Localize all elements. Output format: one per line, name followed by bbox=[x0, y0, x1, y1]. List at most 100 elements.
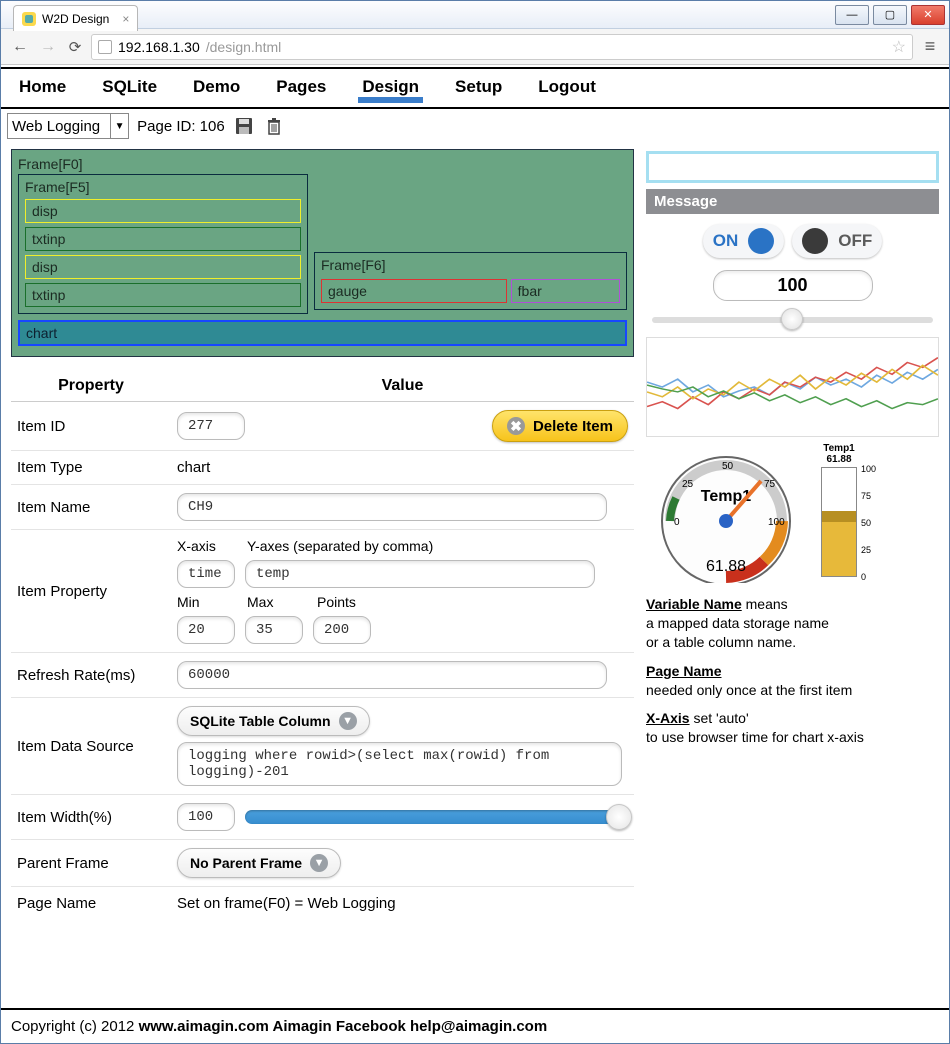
design-toolbar: Web Logging ▼ Page ID: 106 bbox=[1, 109, 949, 143]
window-titlebar: W2D Design × — ▢ ✕ bbox=[1, 1, 949, 29]
widget-txtinp[interactable]: txtinp bbox=[25, 283, 301, 307]
yaxes-field[interactable]: temp bbox=[245, 560, 595, 588]
label-item-name: Item Name bbox=[17, 499, 177, 516]
tab-close-icon[interactable]: × bbox=[122, 12, 129, 26]
svg-text:25: 25 bbox=[682, 479, 694, 490]
page-name-value: Set on frame(F0) = Web Logging bbox=[177, 895, 628, 912]
label-item-type: Item Type bbox=[17, 459, 177, 476]
save-icon[interactable] bbox=[233, 115, 255, 137]
close-icon: ✖ bbox=[507, 417, 525, 435]
chevron-down-icon: ▼ bbox=[110, 114, 128, 138]
widget-disp[interactable]: disp bbox=[25, 199, 301, 223]
chevron-down-icon: ▼ bbox=[310, 854, 328, 872]
svg-text:0: 0 bbox=[674, 517, 680, 528]
toggle-off[interactable]: OFF bbox=[792, 224, 882, 258]
toggle-knob bbox=[802, 228, 828, 254]
widget-gauge[interactable]: gauge bbox=[321, 279, 507, 303]
back-button[interactable]: ← bbox=[9, 36, 31, 58]
preview-message-header: Message bbox=[646, 189, 939, 214]
col-property: Property bbox=[11, 377, 171, 395]
toggle-knob bbox=[748, 228, 774, 254]
page-select[interactable]: Web Logging ▼ bbox=[7, 113, 129, 139]
browser-menu-button[interactable]: ≡ bbox=[919, 36, 941, 57]
data-source-query-field[interactable]: logging where rowid>(select max(rowid) f… bbox=[177, 742, 622, 786]
url-host: 192.168.1.30 bbox=[118, 39, 200, 55]
widget-txtinp[interactable]: txtinp bbox=[25, 227, 301, 251]
parent-frame-dropdown[interactable]: No Parent Frame ▼ bbox=[177, 848, 341, 878]
data-source-dropdown[interactable]: SQLite Table Column ▼ bbox=[177, 706, 370, 736]
address-bar[interactable]: 192.168.1.30/design.html ☆ bbox=[91, 34, 913, 60]
label-parent-frame: Parent Frame bbox=[17, 855, 177, 872]
footer-copyright: Copyright (c) 2012 bbox=[11, 1018, 139, 1035]
browser-toolbar: ← → ⟳ 192.168.1.30/design.html ☆ ≡ bbox=[1, 29, 949, 65]
item-width-slider[interactable] bbox=[245, 810, 628, 824]
label-max: Max bbox=[247, 594, 307, 610]
points-field[interactable]: 200 bbox=[313, 616, 371, 644]
nav-sqlite[interactable]: SQLite bbox=[98, 73, 161, 103]
chevron-down-icon: ▼ bbox=[339, 712, 357, 730]
favicon bbox=[22, 12, 36, 26]
svg-text:50: 50 bbox=[722, 461, 734, 472]
item-width-field[interactable]: 100 bbox=[177, 803, 235, 831]
help-text: Variable Name means a mapped data storag… bbox=[646, 595, 939, 747]
frame-f6[interactable]: Frame[F6] gauge fbar bbox=[314, 252, 627, 310]
delete-item-label: Delete Item bbox=[533, 418, 613, 435]
label-item-width: Item Width(%) bbox=[17, 809, 177, 826]
reload-button[interactable]: ⟳ bbox=[65, 38, 85, 56]
fbar-title: Temp1 bbox=[814, 443, 864, 454]
help-page-name-head: Page Name bbox=[646, 663, 721, 679]
slider-thumb[interactable] bbox=[606, 804, 632, 830]
toggle-on[interactable]: ON bbox=[703, 224, 785, 258]
nav-demo[interactable]: Demo bbox=[189, 73, 244, 103]
forward-button[interactable]: → bbox=[37, 36, 59, 58]
label-item-id: Item ID bbox=[17, 418, 177, 435]
nav-design[interactable]: Design bbox=[358, 73, 423, 103]
footer: Copyright (c) 2012 www.aimagin.com Aimag… bbox=[1, 1008, 949, 1043]
footer-site: www.aimagin.com bbox=[139, 1018, 269, 1035]
refresh-rate-field[interactable]: 60000 bbox=[177, 661, 607, 689]
widget-fbar[interactable]: fbar bbox=[511, 279, 620, 303]
max-field[interactable]: 35 bbox=[245, 616, 303, 644]
col-value: Value bbox=[171, 377, 634, 395]
window-minimize-button[interactable]: — bbox=[835, 5, 869, 25]
label-item-property: Item Property bbox=[17, 583, 177, 600]
nav-home[interactable]: Home bbox=[15, 73, 70, 103]
preview-chart bbox=[646, 337, 939, 437]
xaxis-field[interactable]: time bbox=[177, 560, 235, 588]
widget-chart[interactable]: chart bbox=[18, 320, 627, 346]
slider-thumb[interactable] bbox=[781, 308, 803, 330]
frame-f5-label: Frame[F5] bbox=[25, 179, 301, 195]
window-maximize-button[interactable]: ▢ bbox=[873, 5, 907, 25]
label-min: Min bbox=[177, 594, 237, 610]
preview-text-input[interactable] bbox=[646, 151, 939, 183]
parent-frame-dropdown-label: No Parent Frame bbox=[190, 855, 302, 871]
page-id-label: Page ID: 106 bbox=[137, 118, 225, 135]
browser-tab[interactable]: W2D Design × bbox=[13, 5, 138, 31]
nav-pages[interactable]: Pages bbox=[272, 73, 330, 103]
delete-icon[interactable] bbox=[263, 115, 285, 137]
min-field[interactable]: 20 bbox=[177, 616, 235, 644]
main-nav: Home SQLite Demo Pages Design Setup Logo… bbox=[1, 67, 949, 109]
design-canvas[interactable]: Frame[F0] Frame[F5] disp txtinp disp txt… bbox=[11, 149, 634, 357]
preview-gauge: Temp1 61.88 0 25 50 75 100 bbox=[646, 443, 806, 583]
delete-item-button[interactable]: ✖ Delete Item bbox=[492, 410, 628, 442]
svg-text:75: 75 bbox=[764, 479, 776, 490]
bookmark-star-icon[interactable]: ☆ bbox=[892, 37, 906, 57]
preview-slider[interactable] bbox=[652, 317, 933, 323]
frame-f5[interactable]: Frame[F5] disp txtinp disp txtinp bbox=[18, 174, 308, 314]
frame-f6-label: Frame[F6] bbox=[321, 257, 620, 273]
label-yaxes: Y-axes (separated by comma) bbox=[247, 538, 433, 554]
data-source-dropdown-label: SQLite Table Column bbox=[190, 713, 331, 729]
nav-logout[interactable]: Logout bbox=[534, 73, 600, 103]
preview-fbar: Temp1 61.88 100 75 50 25 0 bbox=[814, 443, 864, 577]
item-name-field[interactable]: CH9 bbox=[177, 493, 607, 521]
widget-disp[interactable]: disp bbox=[25, 255, 301, 279]
label-page-name: Page Name bbox=[17, 895, 177, 912]
gauge-value: 61.88 bbox=[706, 558, 746, 575]
label-points: Points bbox=[317, 594, 356, 610]
property-panel: Property Value Item ID 277 ✖ Delete Item bbox=[11, 371, 634, 920]
fbar-value: 61.88 bbox=[814, 454, 864, 465]
item-id-field[interactable]: 277 bbox=[177, 412, 245, 440]
window-close-button[interactable]: ✕ bbox=[911, 5, 945, 25]
nav-setup[interactable]: Setup bbox=[451, 73, 506, 103]
